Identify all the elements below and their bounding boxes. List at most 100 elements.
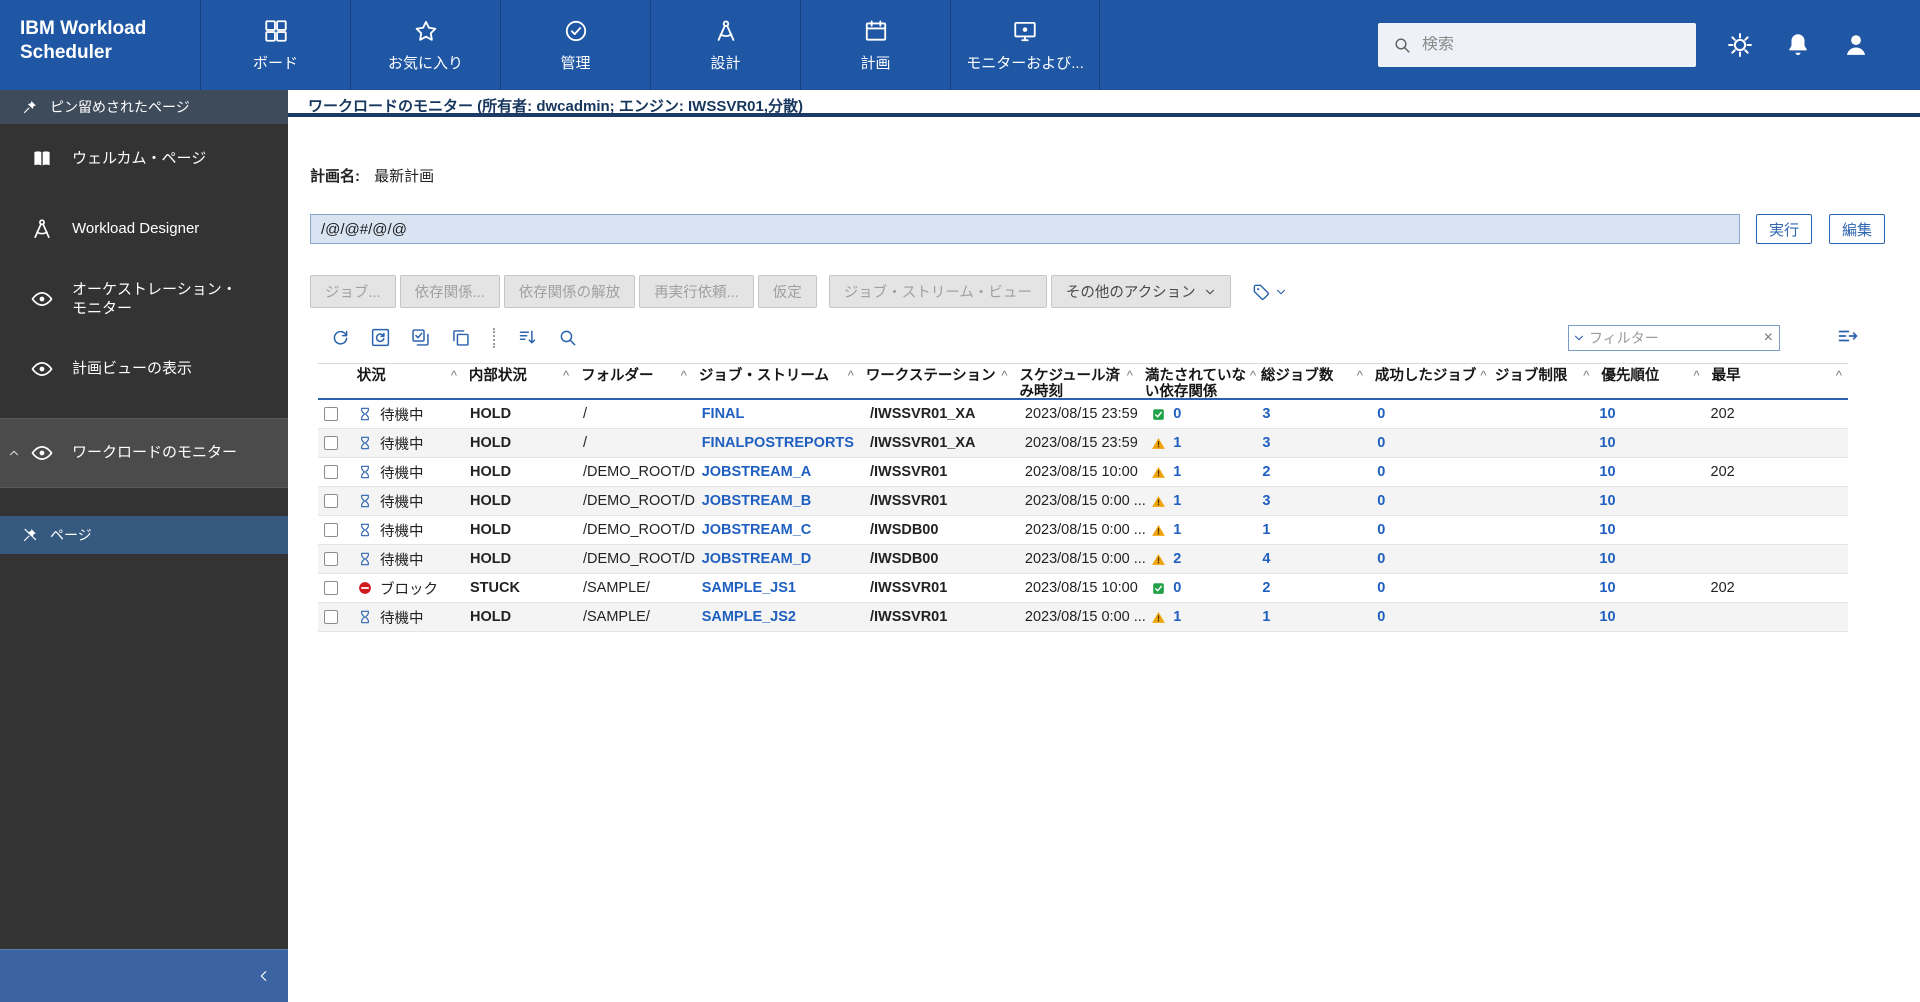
sidebar-collapse-button[interactable] <box>0 949 288 1002</box>
column-header-job-limit[interactable]: ジョブ制限^ <box>1489 364 1595 398</box>
action-rerun-button[interactable]: 再実行依頼... <box>639 275 754 308</box>
select-all-button[interactable] <box>410 327 431 348</box>
unsatisfied-deps-link[interactable]: 1 <box>1173 435 1181 451</box>
action-more-actions-button[interactable]: その他のアクション <box>1051 275 1231 308</box>
successful-jobs-link[interactable]: 0 <box>1377 435 1385 451</box>
successful-jobs-link[interactable]: 0 <box>1377 493 1385 509</box>
unsatisfied-deps-link[interactable]: 1 <box>1173 493 1181 509</box>
row-checkbox[interactable] <box>324 494 338 508</box>
topnav-item-administration[interactable]: 管理 <box>500 0 650 90</box>
topnav-item-favorites[interactable]: お気に入り <box>350 0 500 90</box>
total-jobs-link[interactable]: 3 <box>1262 406 1270 422</box>
column-header-workstation[interactable]: ワークステーション^ <box>860 364 1014 398</box>
column-header-job-stream[interactable]: ジョブ・ストリーム^ <box>693 364 860 398</box>
unsatisfied-deps-link[interactable]: 0 <box>1173 580 1181 596</box>
sort-caret-icon[interactable]: ^ <box>1579 368 1589 384</box>
column-header-unsatisfied-deps[interactable]: 満たされていない依存関係^ <box>1139 364 1255 398</box>
sort-button[interactable] <box>517 327 538 348</box>
sort-caret-icon[interactable]: ^ <box>1353 368 1363 384</box>
priority-link[interactable]: 10 <box>1599 406 1615 422</box>
filter-box[interactable]: × <box>1568 325 1780 351</box>
priority-link[interactable]: 10 <box>1599 493 1615 509</box>
sort-caret-icon[interactable]: ^ <box>844 368 854 384</box>
column-header-successful-jobs[interactable]: 成功したジョブ^ <box>1369 364 1489 398</box>
priority-link[interactable]: 10 <box>1599 522 1615 538</box>
column-header-folder[interactable]: フォルダー^ <box>575 364 693 398</box>
notifications-button[interactable] <box>1784 31 1812 59</box>
row-checkbox[interactable] <box>324 581 338 595</box>
total-jobs-link[interactable]: 1 <box>1262 609 1270 625</box>
filter-clear-button[interactable]: × <box>1758 330 1779 346</box>
topnav-item-board[interactable]: ボード <box>200 0 350 90</box>
sort-caret-icon[interactable]: ^ <box>997 368 1007 384</box>
unsatisfied-deps-link[interactable]: 1 <box>1173 609 1181 625</box>
total-jobs-link[interactable]: 2 <box>1262 580 1270 596</box>
workload-tag-button[interactable] <box>1251 282 1287 302</box>
priority-link[interactable]: 10 <box>1599 609 1615 625</box>
pages-header[interactable]: ページ <box>0 516 288 554</box>
sidebar-item-workload-monitor[interactable]: ワークロードのモニター <box>0 418 288 488</box>
column-header-earliest[interactable]: 最早^ <box>1706 364 1848 398</box>
total-jobs-link[interactable]: 1 <box>1262 522 1270 538</box>
run-button[interactable]: 実行 <box>1756 214 1812 244</box>
job-stream-link[interactable]: SAMPLE_JS1 <box>702 580 796 596</box>
sort-caret-icon[interactable]: ^ <box>1476 368 1486 384</box>
sort-caret-icon[interactable]: ^ <box>1123 368 1133 384</box>
find-button[interactable] <box>557 327 578 348</box>
job-stream-link[interactable]: FINAL <box>702 406 745 422</box>
priority-link[interactable]: 10 <box>1599 580 1615 596</box>
column-header-scheduled-time[interactable]: スケジュール済み時刻^ <box>1014 364 1139 398</box>
global-search[interactable] <box>1378 23 1696 67</box>
job-stream-link[interactable]: JOBSTREAM_B <box>702 493 812 509</box>
refresh-button[interactable] <box>330 327 351 348</box>
priority-link[interactable]: 10 <box>1599 464 1615 480</box>
row-checkbox[interactable] <box>324 610 338 624</box>
column-export-button[interactable] <box>1836 324 1860 351</box>
job-stream-link[interactable]: JOBSTREAM_A <box>702 464 812 480</box>
total-jobs-link[interactable]: 3 <box>1262 435 1270 451</box>
successful-jobs-link[interactable]: 0 <box>1377 464 1385 480</box>
action-dependencies-button[interactable]: 依存関係... <box>400 275 500 308</box>
sidebar-item-welcome-page[interactable]: ウェルカム・ページ <box>0 124 288 194</box>
unsatisfied-deps-link[interactable]: 2 <box>1173 551 1181 567</box>
user-menu-button[interactable] <box>1842 31 1870 59</box>
job-stream-link[interactable]: JOBSTREAM_D <box>702 551 812 567</box>
filter-input[interactable] <box>1589 330 1758 346</box>
total-jobs-link[interactable]: 4 <box>1262 551 1270 567</box>
action-job-stream-view-button[interactable]: ジョブ・ストリーム・ビュー <box>829 275 1047 308</box>
sidebar-item-plan-view[interactable]: 計画ビューの表示 <box>0 334 288 404</box>
successful-jobs-link[interactable]: 0 <box>1377 406 1385 422</box>
action-job-button[interactable]: ジョブ... <box>310 275 396 308</box>
total-jobs-link[interactable]: 3 <box>1262 493 1270 509</box>
query-input[interactable] <box>310 214 1740 244</box>
search-input[interactable] <box>1422 36 1682 54</box>
unsatisfied-deps-link[interactable]: 1 <box>1173 522 1181 538</box>
settings-button[interactable] <box>1726 31 1754 59</box>
row-checkbox[interactable] <box>324 436 338 450</box>
sort-caret-icon[interactable]: ^ <box>677 368 687 384</box>
sort-caret-icon[interactable]: ^ <box>1690 368 1700 384</box>
successful-jobs-link[interactable]: 0 <box>1377 551 1385 567</box>
auto-refresh-button[interactable] <box>370 327 391 348</box>
topnav-item-planning[interactable]: 計画 <box>800 0 950 90</box>
edit-button[interactable]: 編集 <box>1829 214 1885 244</box>
row-checkbox[interactable] <box>324 552 338 566</box>
job-stream-link[interactable]: FINALPOSTREPORTS <box>702 435 854 451</box>
priority-link[interactable]: 10 <box>1599 551 1615 567</box>
column-header-total-jobs[interactable]: 総ジョブ数^ <box>1255 364 1369 398</box>
sort-caret-icon[interactable]: ^ <box>1832 368 1842 384</box>
topnav-item-monitoring[interactable]: モニターおよび... <box>950 0 1100 90</box>
sidebar-item-orchestration-monitor[interactable]: オーケストレーション・モニター <box>0 264 288 334</box>
total-jobs-link[interactable]: 2 <box>1262 464 1270 480</box>
successful-jobs-link[interactable]: 0 <box>1377 580 1385 596</box>
priority-link[interactable]: 10 <box>1599 435 1615 451</box>
action-release-dependencies-button[interactable]: 依存関係の解放 <box>504 275 636 308</box>
topnav-item-design[interactable]: 設計 <box>650 0 800 90</box>
unsatisfied-deps-link[interactable]: 0 <box>1173 406 1181 422</box>
sort-caret-icon[interactable]: ^ <box>559 368 569 384</box>
action-confirm-button[interactable]: 仮定 <box>758 275 817 308</box>
successful-jobs-link[interactable]: 0 <box>1377 522 1385 538</box>
successful-jobs-link[interactable]: 0 <box>1377 609 1385 625</box>
job-stream-link[interactable]: SAMPLE_JS2 <box>702 609 796 625</box>
sort-caret-icon[interactable]: ^ <box>447 368 457 384</box>
